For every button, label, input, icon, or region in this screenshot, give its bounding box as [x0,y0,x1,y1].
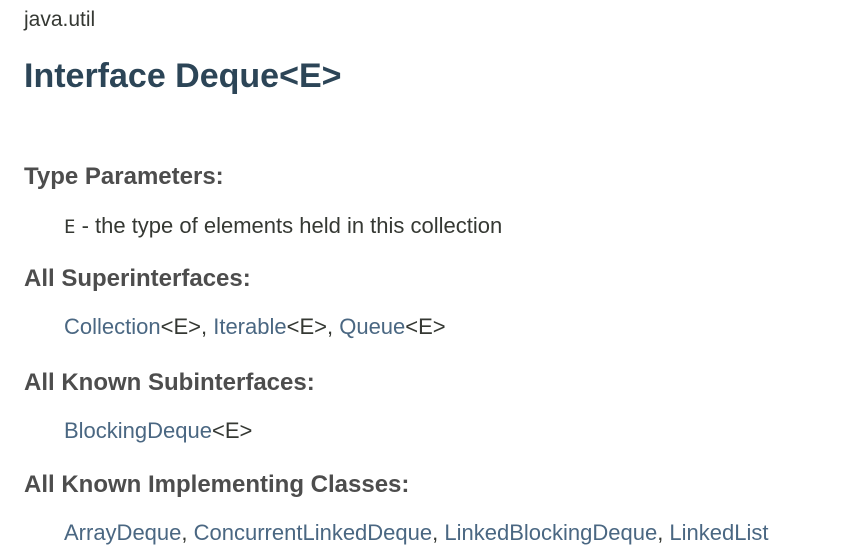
page-title: Interface Deque<E> [24,57,342,95]
subinterfaces-label: All Known Subinterfaces: [24,369,315,396]
type-param-description: - the type of elements held in this coll… [75,213,503,238]
class-link-arraydeque[interactable]: ArrayDeque [64,520,181,545]
generic-param: <E> [211,418,253,443]
separator: , [200,314,214,339]
implementing-classes-list: ArrayDeque, ConcurrentLinkedDeque, Linke… [64,518,769,548]
separator: , [181,520,194,545]
class-link-linkedblockingdeque[interactable]: LinkedBlockingDeque [444,520,657,545]
superinterface-link-queue[interactable]: Queue [339,314,405,339]
superinterface-link-iterable[interactable]: Iterable [213,314,286,339]
separator: , [326,314,340,339]
generic-param: <E> [160,314,201,339]
type-parameters-body: E - the type of elements held in this co… [64,211,502,242]
separator: , [657,520,670,545]
class-link-concurrentlinkeddeque[interactable]: ConcurrentLinkedDeque [194,520,433,545]
class-link-linkedlist[interactable]: LinkedList [669,520,768,545]
package-name: java.util [24,8,96,31]
separator: , [432,520,445,545]
type-param-name: E [64,216,76,238]
superinterface-link-collection[interactable]: Collection [64,314,161,339]
subinterfaces-list: BlockingDeque<E> [64,416,252,446]
generic-param: <E> [405,314,446,339]
subinterface-link-blockingdeque[interactable]: BlockingDeque [64,418,212,443]
superinterfaces-label: All Superinterfaces: [24,265,251,292]
generic-param: <E> [286,314,327,339]
type-parameters-label: Type Parameters: [24,163,224,190]
superinterfaces-list: Collection<E>, Iterable<E>, Queue<E> [64,312,446,342]
implementing-classes-label: All Known Implementing Classes: [24,471,410,498]
